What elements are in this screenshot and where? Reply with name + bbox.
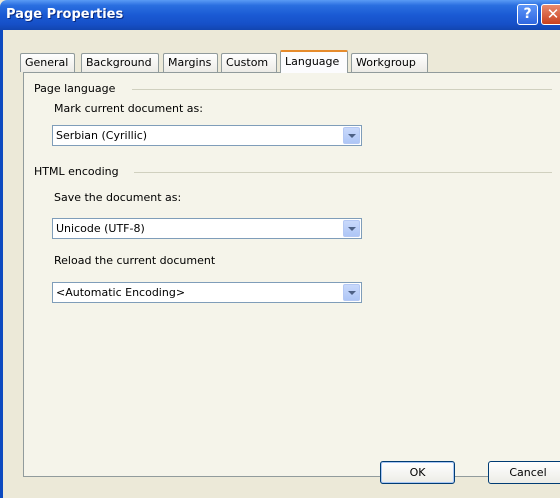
reload-encoding-select[interactable]: <Automatic Encoding> xyxy=(52,282,362,303)
reload-encoding-value: <Automatic Encoding> xyxy=(56,286,186,299)
mark-language-select[interactable]: Serbian (Cyrillic) xyxy=(52,125,362,146)
dialog-body: General Background Margins Custom Langua… xyxy=(0,30,560,498)
ok-button[interactable]: OK xyxy=(380,461,455,484)
tab-custom[interactable]: Custom xyxy=(221,53,277,72)
tab-workgroup[interactable]: Workgroup xyxy=(351,53,428,72)
language-panel: Page language Mark current document as: … xyxy=(23,72,560,477)
tab-background[interactable]: Background xyxy=(81,53,159,72)
tab-margins[interactable]: Margins xyxy=(163,53,218,72)
save-document-label: Save the document as: xyxy=(54,191,182,204)
html-encoding-divider xyxy=(134,172,552,173)
save-encoding-value: Unicode (UTF-8) xyxy=(56,222,145,235)
help-icon: ? xyxy=(523,6,532,22)
page-language-divider xyxy=(132,89,552,90)
close-icon: ✕ xyxy=(546,5,560,23)
html-encoding-group-label: HTML encoding xyxy=(34,165,119,178)
chevron-down-icon[interactable] xyxy=(343,220,360,237)
tab-general[interactable]: General xyxy=(20,53,75,72)
chevron-down-icon[interactable] xyxy=(343,127,360,144)
cancel-button[interactable]: Cancel xyxy=(488,461,560,484)
tab-language[interactable]: Language xyxy=(280,50,348,73)
title-bar: Page Properties ? ✕ xyxy=(0,0,560,30)
reload-document-label: Reload the current document xyxy=(54,254,216,267)
mark-language-value: Serbian (Cyrillic) xyxy=(56,129,148,142)
save-encoding-select[interactable]: Unicode (UTF-8) xyxy=(52,218,362,239)
mark-document-label: Mark current document as: xyxy=(54,102,203,115)
close-button[interactable]: ✕ xyxy=(541,4,560,25)
page-language-group-label: Page language xyxy=(34,82,116,95)
window-title: Page Properties xyxy=(6,7,124,22)
chevron-down-icon[interactable] xyxy=(343,284,360,301)
help-button[interactable]: ? xyxy=(517,4,538,25)
